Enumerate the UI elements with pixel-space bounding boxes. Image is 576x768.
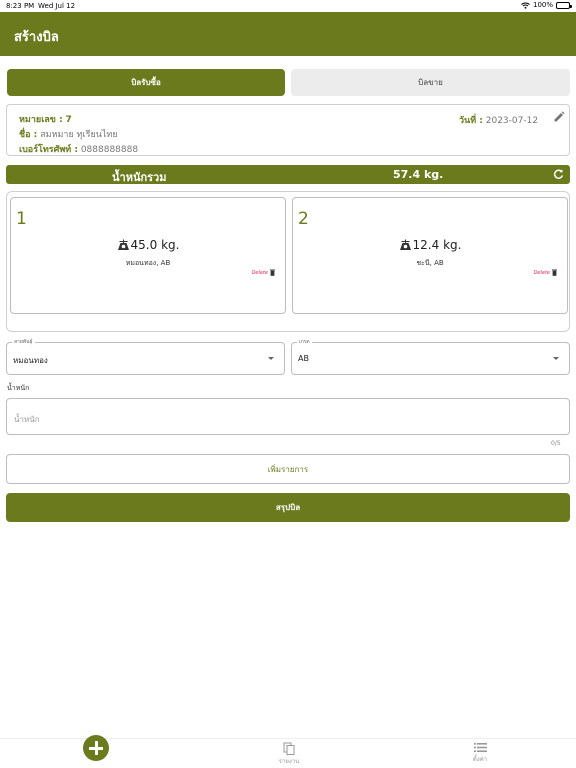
variety-select[interactable]: สายพันธุ์ หมอนทอง xyxy=(6,338,285,375)
wifi-icon xyxy=(521,2,530,9)
delete-button[interactable]: Delete xyxy=(534,269,557,276)
delete-label: Delete xyxy=(251,269,268,276)
item-card[interactable]: 2 12.4 kg. ชะนี, AB Delete xyxy=(292,197,568,314)
item-description: ชะนี, AB xyxy=(416,259,444,267)
item-description: หมอนทอง, AB xyxy=(125,259,171,267)
grade-label: เกรด xyxy=(297,338,312,346)
customer-phone: 0888888888 xyxy=(80,145,139,155)
summary-bill-button[interactable]: สรุปบิล xyxy=(6,493,570,522)
scale-icon xyxy=(399,239,411,250)
bill-number-label: หมายเลข : xyxy=(19,115,63,125)
item-index: 2 xyxy=(298,209,309,229)
weight-field-label: น้ำหนัก xyxy=(7,384,30,392)
tab-report[interactable]: รายงาน xyxy=(269,742,309,766)
total-weight-label: น้ำหนักรวม xyxy=(112,171,167,184)
add-item-button[interactable]: เพิ่มรายการ xyxy=(6,454,570,484)
status-date: Wed Jul 12 xyxy=(38,2,76,10)
list-icon xyxy=(473,743,487,752)
status-time: 8:23 PM xyxy=(6,2,35,10)
item-index: 1 xyxy=(16,209,27,229)
chevron-down-icon xyxy=(553,357,559,360)
total-weight-value: 57.4 kg. xyxy=(393,168,444,181)
bill-date-label: วันที่ : xyxy=(459,116,483,126)
weight-char-counter: 0/5 xyxy=(551,440,561,447)
bill-date: 2023-07-12 xyxy=(485,116,539,126)
item-weight: 12.4 kg. xyxy=(412,238,462,252)
tab-settings-label: ตั้งค่า xyxy=(472,756,488,763)
variety-label: สายพันธุ์ xyxy=(12,338,35,346)
customer-name: สมหมาย ทุเรียนไทย xyxy=(40,130,118,140)
chevron-down-icon xyxy=(268,357,274,360)
item-weight-row: 12.4 kg. xyxy=(293,238,567,252)
add-bill-icon[interactable] xyxy=(83,735,109,761)
status-bar: 8:23 PM Wed Jul 12 100% xyxy=(0,0,576,12)
delete-label: Delete xyxy=(533,269,550,276)
customer-phone-line: เบอร์โทรศัพท์ : 0888888888 xyxy=(19,142,138,156)
battery-percent: 100% xyxy=(532,1,553,9)
grade-value: AB xyxy=(298,354,309,363)
delete-button[interactable]: Delete xyxy=(252,269,275,276)
item-card[interactable]: 1 45.0 kg. หมอนทอง, AB Delete xyxy=(10,197,286,314)
bill-info-card: หมายเลข : 7 ชื่อ : สมหมาย ทุเรียนไทย เบอ… xyxy=(6,104,570,156)
tab-buy-bill[interactable]: บิลรับซื้อ xyxy=(7,69,285,96)
copy-icon xyxy=(283,742,295,755)
battery-icon xyxy=(556,1,572,9)
weight-input[interactable]: น้ำหนัก xyxy=(6,398,570,435)
items-list: 1 45.0 kg. หมอนทอง, AB Delete 2 12.4 kg.… xyxy=(6,191,570,332)
tab-settings[interactable]: ตั้งค่า xyxy=(460,742,500,764)
pencil-icon[interactable] xyxy=(553,111,565,123)
bill-number: 7 xyxy=(65,115,72,125)
refresh-icon[interactable] xyxy=(553,169,564,180)
variety-value: หมอนทอง xyxy=(13,356,48,365)
tab-sell-bill[interactable]: บิลขาย xyxy=(291,69,570,96)
item-weight-row: 45.0 kg. xyxy=(11,238,285,252)
customer-name-label: ชื่อ : xyxy=(19,130,38,140)
customer-phone-label: เบอร์โทรศัพท์ : xyxy=(19,145,78,155)
bill-date-line: วันที่ : 2023-07-12 xyxy=(459,113,538,127)
trash-icon xyxy=(552,269,557,276)
trash-icon xyxy=(270,269,275,276)
total-weight-bar: น้ำหนักรวม 57.4 kg. xyxy=(6,165,570,184)
app-bar: สร้างบิล xyxy=(0,12,576,56)
grade-select[interactable]: เกรด AB xyxy=(291,338,570,375)
status-right: 100% xyxy=(521,1,572,9)
tab-report-label: รายงาน xyxy=(278,758,300,765)
customer-name-line: ชื่อ : สมหมาย ทุเรียนไทย xyxy=(19,127,118,141)
item-weight: 45.0 kg. xyxy=(130,238,180,252)
bottom-tab-bar: รายงาน ตั้งค่า xyxy=(0,735,576,768)
bill-number-line: หมายเลข : 7 xyxy=(19,112,72,126)
scale-icon xyxy=(117,239,129,250)
page-title: สร้างบิล xyxy=(14,30,59,45)
